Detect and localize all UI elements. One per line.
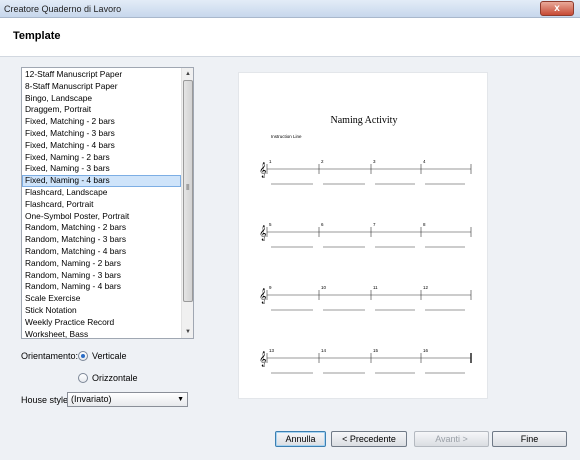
list-item[interactable]: 8-Staff Manuscript Paper [22, 81, 181, 93]
list-item[interactable]: Fixed, Naming - 3 bars [22, 163, 181, 175]
radio-verticale-label: Verticale [92, 351, 127, 361]
bar-number: 16 [423, 348, 429, 353]
list-item[interactable]: Random, Naming - 2 bars [22, 258, 181, 270]
treble-clef-icon: 𝄞 [259, 163, 267, 178]
template-listbox[interactable]: ▲ = = = ▼ 12-Staff Manuscript Paper 8-Staff… [21, 67, 194, 339]
list-item[interactable]: Fixed, Naming - 4 bars [22, 175, 181, 187]
close-icon: x [554, 3, 560, 14]
list-item[interactable]: One-Symbol Poster, Portrait [22, 211, 181, 223]
list-item[interactable]: Random, Matching - 2 bars [22, 222, 181, 234]
bar-number: 4 [423, 159, 426, 164]
title-bar: Creatore Quaderno di Lavoro x [0, 0, 580, 18]
scroll-thumb[interactable]: = = = [183, 80, 193, 302]
treble-clef-icon: 𝄞 [259, 352, 267, 367]
bar-number: 5 [269, 222, 272, 227]
bar-number: 12 [423, 285, 429, 290]
list-item[interactable]: Random, Naming - 4 bars [22, 281, 181, 293]
bar-number: 10 [321, 285, 327, 290]
list-item[interactable]: Stick Notation [22, 305, 181, 317]
next-button[interactable]: Avanti > [414, 431, 489, 447]
scroll-down-icon[interactable]: ▼ [183, 327, 193, 337]
radio-orizzontale[interactable]: Orizzontale [78, 373, 138, 383]
page-heading: Template [13, 30, 61, 42]
back-button[interactable]: < Precedente [331, 431, 407, 447]
bar-number: 1 [269, 159, 272, 164]
treble-clef-icon: 𝄞 [259, 226, 267, 241]
radio-orizzontale-label: Orizzontale [92, 373, 138, 383]
list-item[interactable]: Flashcard, Portrait [22, 199, 181, 211]
list-item[interactable]: Bingo, Landscape [22, 93, 181, 105]
bar-number: 15 [373, 348, 379, 353]
list-item[interactable]: Fixed, Matching - 4 bars [22, 140, 181, 152]
list-item[interactable]: Fixed, Matching - 3 bars [22, 128, 181, 140]
list-item[interactable]: Scale Exercise [22, 293, 181, 305]
bar-number: 8 [423, 222, 426, 227]
bar-number: 14 [321, 348, 327, 353]
bar-number: 7 [373, 222, 376, 227]
window-title: Creatore Quaderno di Lavoro [4, 4, 122, 14]
treble-clef-icon: 𝄞 [259, 289, 267, 304]
bar-number: 6 [321, 222, 324, 227]
finish-button[interactable]: Fine [492, 431, 567, 447]
list-scrollbar[interactable]: ▲ = = = ▼ [181, 68, 193, 338]
list-item[interactable]: Draggem, Portrait [22, 104, 181, 116]
list-item[interactable]: Worksheet, Bass [22, 329, 181, 338]
grip-icon: = = = [186, 183, 190, 193]
preview-staves: 𝄞1 2 3 4𝄞5 6 7 8𝄞9 10 11 12𝄞13 14 15 16 [259, 159, 472, 374]
template-preview: Naming Activity Instruction Line 𝄞 1 2 3 4 𝄞 5… [238, 72, 488, 399]
wizard-header: Template [0, 18, 580, 57]
bar-number: 2 [321, 159, 324, 164]
list-item[interactable]: 12-Staff Manuscript Paper [22, 69, 181, 81]
house-style-label: House style: [21, 395, 71, 405]
list-item[interactable]: Fixed, Naming - 2 bars [22, 152, 181, 164]
list-item[interactable]: Fixed, Matching - 2 bars [22, 116, 181, 128]
house-style-select[interactable]: (Invariato) ▼ [67, 392, 188, 407]
bar-number: 13 [269, 348, 275, 353]
chevron-down-icon: ▼ [177, 396, 184, 403]
bar-number: 3 [373, 159, 376, 164]
cancel-button[interactable]: Annulla [275, 431, 326, 447]
list-item[interactable]: Random, Naming - 3 bars [22, 270, 181, 282]
list-item[interactable]: Weekly Practice Record [22, 317, 181, 329]
wizard-content: ▲ = = = ▼ 12-Staff Manuscript Paper 8-Staff… [0, 57, 580, 460]
scroll-up-icon[interactable]: ▲ [183, 69, 193, 79]
list-item[interactable]: Random, Matching - 4 bars [22, 246, 181, 258]
house-style-value: (Invariato) [71, 394, 112, 404]
bar-number: 11 [373, 285, 378, 290]
radio-checked-icon[interactable] [78, 351, 88, 361]
orientation-label: Orientamento: [21, 351, 79, 361]
radio-unchecked-icon[interactable] [78, 373, 88, 383]
radio-verticale[interactable]: Verticale [78, 351, 127, 361]
close-button[interactable]: x [540, 1, 574, 16]
bar-number: 9 [269, 285, 272, 290]
list-item[interactable]: Flashcard, Landscape [22, 187, 181, 199]
list-item[interactable]: Random, Matching - 3 bars [22, 234, 181, 246]
